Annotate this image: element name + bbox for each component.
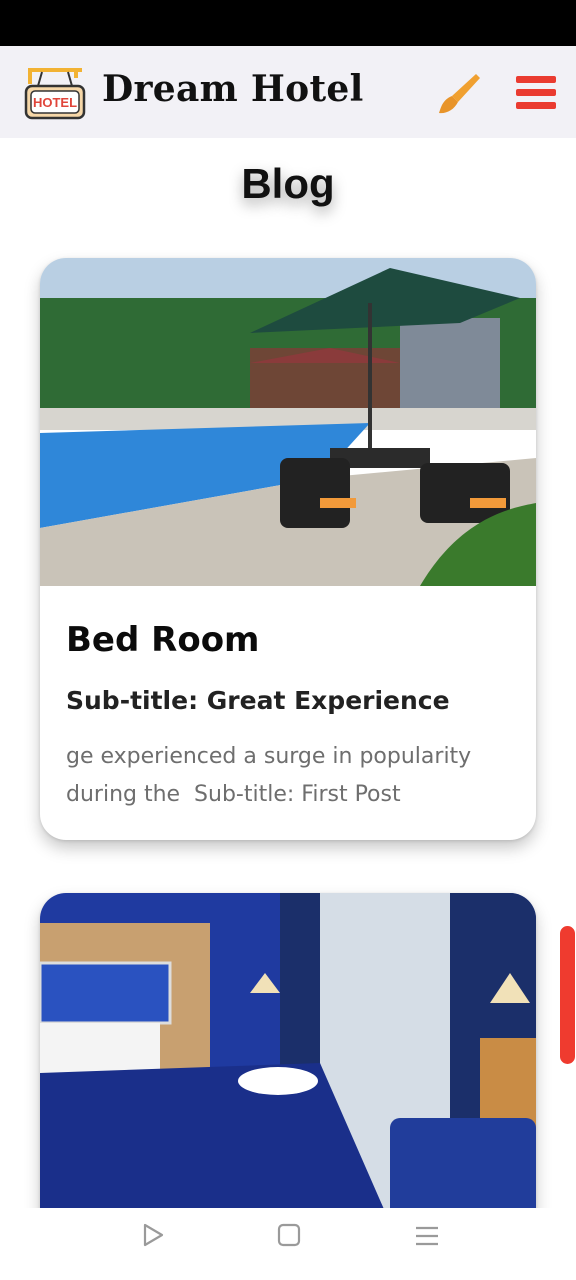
hotel-sign-icon[interactable]: HOTEL xyxy=(24,66,86,120)
blog-card[interactable] xyxy=(40,893,536,1223)
menu-line xyxy=(516,102,556,109)
status-bar xyxy=(0,0,576,46)
post-title: Bed Room xyxy=(66,620,260,660)
svg-text:HOTEL: HOTEL xyxy=(33,95,77,110)
hamburger-menu-icon[interactable] xyxy=(516,76,556,112)
post-subtitle: Sub-title: Great Experience xyxy=(66,686,450,715)
hotel-bedroom-photo xyxy=(40,893,536,1223)
blog-card[interactable]: Bed Room Sub-title: Great Experience ge … xyxy=(40,258,536,840)
square-home-icon[interactable] xyxy=(276,1222,302,1248)
lines-recent-icon[interactable] xyxy=(414,1224,440,1248)
menu-line xyxy=(516,76,556,83)
hotel-pool-with-umbrella-photo xyxy=(40,258,536,586)
page-title: Blog xyxy=(241,160,335,207)
scrollbar-thumb[interactable] xyxy=(560,926,575,1064)
paint-brush-icon[interactable] xyxy=(436,70,482,116)
triangle-back-icon[interactable] xyxy=(140,1222,166,1248)
app-header: HOTEL Dream Hotel xyxy=(0,46,576,138)
app-title: Dream Hotel xyxy=(102,68,364,110)
menu-line xyxy=(516,89,556,96)
post-excerpt: ge experienced a surge in popularity dur… xyxy=(66,744,479,807)
